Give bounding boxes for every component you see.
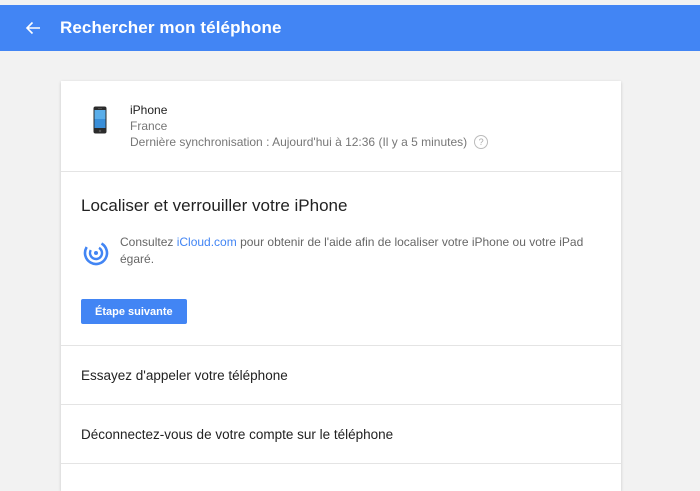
locate-title: Localiser et verrouiller votre iPhone (81, 196, 348, 215)
locate-info-row: Consultez iCloud.com pour obtenir de l'a… (81, 234, 590, 268)
device-country: France (130, 119, 168, 133)
arrow-left-icon (25, 21, 40, 35)
locate-description: Consultez iCloud.com pour obtenir de l'a… (120, 234, 590, 268)
locate-section: Localiser et verrouiller votre iPhone Co… (61, 172, 621, 346)
device-info: iPhone France Dernière synchronisation :… (130, 102, 489, 150)
last-sync-text: Dernière synchronisation : Aujourd'hui à… (130, 135, 468, 149)
locate-text-before: Consultez (120, 235, 177, 249)
next-step-button[interactable]: Étape suivante (81, 299, 187, 324)
device-sync-row: Dernière synchronisation : Aujourd'hui à… (130, 134, 489, 150)
find-device-icon (83, 240, 109, 266)
icloud-link[interactable]: iCloud.com (177, 235, 237, 249)
call-phone-option[interactable]: Essayez d'appeler votre téléphone (61, 346, 621, 405)
smartphone-icon (93, 106, 107, 134)
device-panel: iPhone France Dernière synchronisation :… (61, 81, 621, 172)
main-card: iPhone France Dernière synchronisation :… (61, 81, 621, 491)
back-button[interactable] (21, 16, 45, 40)
help-icon[interactable]: ? (474, 135, 489, 149)
page-title: Rechercher mon téléphone (60, 18, 282, 37)
app-header: Rechercher mon téléphone (0, 5, 700, 51)
sign-out-option[interactable]: Déconnectez-vous de votre compte sur le … (61, 405, 621, 464)
device-name: iPhone (130, 103, 168, 117)
